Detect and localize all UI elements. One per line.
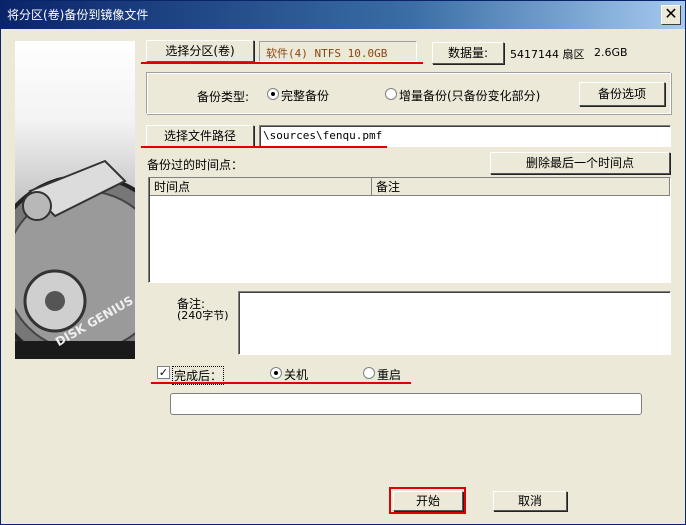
window-title: 将分区(卷)备份到镜像文件 bbox=[7, 8, 149, 22]
close-icon: ✕ bbox=[664, 4, 678, 23]
after-complete-checkbox[interactable]: ✓ bbox=[157, 366, 170, 379]
partition-value: 软件(4) NTFS 10.0GB bbox=[266, 47, 388, 60]
file-path-underline bbox=[141, 146, 387, 148]
start-button-highlight bbox=[389, 487, 466, 514]
shutdown-radio[interactable] bbox=[270, 367, 282, 379]
backup-options-button[interactable]: 备份选项 bbox=[579, 82, 665, 106]
column-header-timepoint[interactable]: 时间点 bbox=[150, 178, 372, 196]
shutdown-label[interactable]: 关机 bbox=[284, 366, 308, 383]
file-path-value: \sources\fenqu.pmf bbox=[263, 129, 383, 142]
restart-label[interactable]: 重启 bbox=[377, 366, 401, 383]
close-button[interactable]: ✕ bbox=[661, 5, 681, 25]
column-header-note[interactable]: 备注 bbox=[372, 178, 670, 196]
sector-count: 5417144 扇区 bbox=[510, 48, 585, 61]
disk-genius-image: DISK GENIUS bbox=[15, 41, 135, 359]
partition-info: 软件(4) NTFS 10.0GB bbox=[259, 41, 417, 62]
select-file-path-button[interactable]: 选择文件路径 bbox=[146, 125, 254, 147]
note-input[interactable] bbox=[238, 291, 671, 355]
note-limit-label: (240字节) bbox=[177, 309, 229, 322]
progress-bar bbox=[170, 393, 642, 415]
incremental-backup-radio[interactable] bbox=[385, 88, 397, 100]
full-backup-label[interactable]: 完整备份 bbox=[281, 87, 329, 104]
after-complete-underline bbox=[151, 382, 411, 384]
file-path-input[interactable]: \sources\fenqu.pmf bbox=[259, 125, 671, 147]
data-size-button[interactable]: 数据量: bbox=[432, 42, 504, 64]
select-partition-button[interactable]: 选择分区(卷) bbox=[146, 40, 254, 62]
incremental-backup-label[interactable]: 增量备份(只备份变化部分) bbox=[399, 87, 540, 104]
restart-radio[interactable] bbox=[363, 367, 375, 379]
backup-type-label: 备份类型: bbox=[197, 90, 250, 104]
timepoints-list[interactable]: 时间点 备注 bbox=[148, 177, 671, 283]
full-backup-radio[interactable] bbox=[267, 88, 279, 100]
cancel-button[interactable]: 取消 bbox=[493, 491, 567, 511]
backup-dialog: 将分区(卷)备份到镜像文件 ✕ DISK GENIUS 选择分区(卷) 软件(4… bbox=[0, 0, 686, 525]
partition-underline bbox=[141, 62, 423, 64]
title-bar: 将分区(卷)备份到镜像文件 bbox=[1, 1, 685, 29]
timepoints-label: 备份过的时间点： bbox=[147, 158, 244, 172]
partition-size: 2.6GB bbox=[594, 46, 628, 59]
delete-last-timepoint-button[interactable]: 删除最后一个时间点 bbox=[490, 152, 670, 174]
